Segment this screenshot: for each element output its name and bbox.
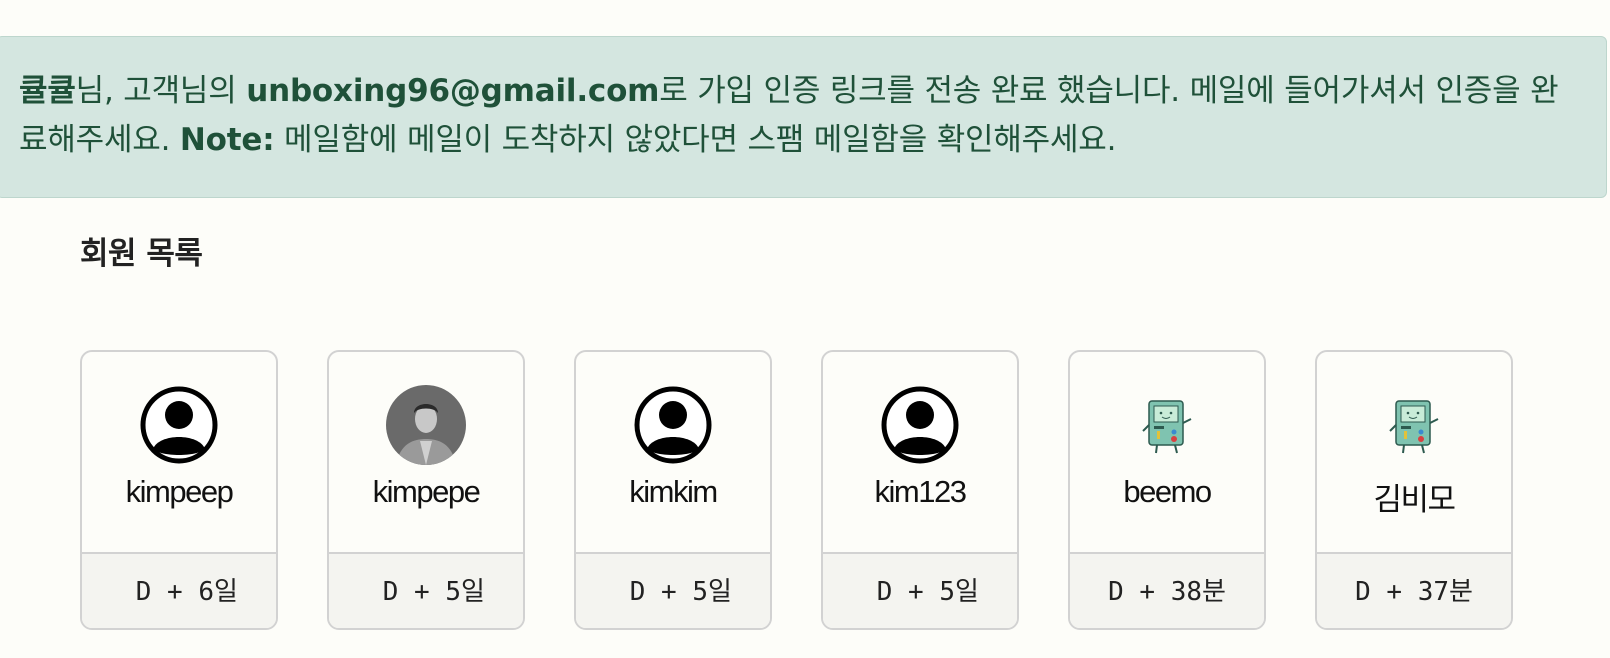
member-card[interactable]: kimpepe D + 5일 (327, 350, 525, 630)
member-username: kim123 (874, 474, 967, 509)
member-joined-time: D + 37분 (1317, 554, 1511, 628)
member-card[interactable]: kim123 D + 5일 (821, 350, 1019, 630)
member-username: beemo (1123, 474, 1212, 509)
member-card[interactable]: kimpeep D + 6일 (80, 350, 278, 630)
member-card-list: kimpeep D + 6일 kimpepe D + 5일 kimkim D +… (80, 350, 1513, 630)
member-joined-time: D + 5일 (823, 554, 1017, 628)
member-joined-time: D + 5일 (329, 554, 523, 628)
member-card[interactable]: beemo D + 38분 (1068, 350, 1266, 630)
member-card[interactable]: kimkim D + 5일 (574, 350, 772, 630)
alert-note-label: Note: (179, 122, 275, 158)
alert-user-name: 큘큘 (19, 73, 76, 109)
signup-verification-alert: 큘큘님, 고객님의 unboxing96@gmail.com로 가입 인증 링크… (0, 36, 1607, 198)
member-username: kimkim (629, 474, 718, 509)
default-user-icon (139, 385, 219, 465)
member-card[interactable]: 김비모 D + 37분 (1315, 350, 1513, 630)
member-joined-time: D + 5일 (576, 554, 770, 628)
alert-text-1: 님, 고객님의 (75, 73, 247, 109)
member-username: 김비모 (1373, 482, 1456, 517)
member-joined-time: D + 38분 (1070, 554, 1264, 628)
member-joined-time: D + 6일 (82, 554, 276, 628)
member-list-title: 회원 목록 (80, 236, 203, 272)
default-user-icon (633, 385, 713, 465)
bmo-avatar-icon (1374, 385, 1454, 465)
default-user-icon (880, 385, 960, 465)
member-username: kimpepe (372, 474, 481, 509)
member-username: kimpeep (125, 474, 234, 509)
alert-note-text: 메일함에 메일이 도착하지 않았다면 스팸 메일함을 확인해주세요. (274, 122, 1117, 158)
bmo-avatar-icon (1127, 385, 1207, 465)
user-photo-avatar (386, 385, 466, 465)
alert-email: unboxing96@gmail.com (246, 73, 660, 109)
